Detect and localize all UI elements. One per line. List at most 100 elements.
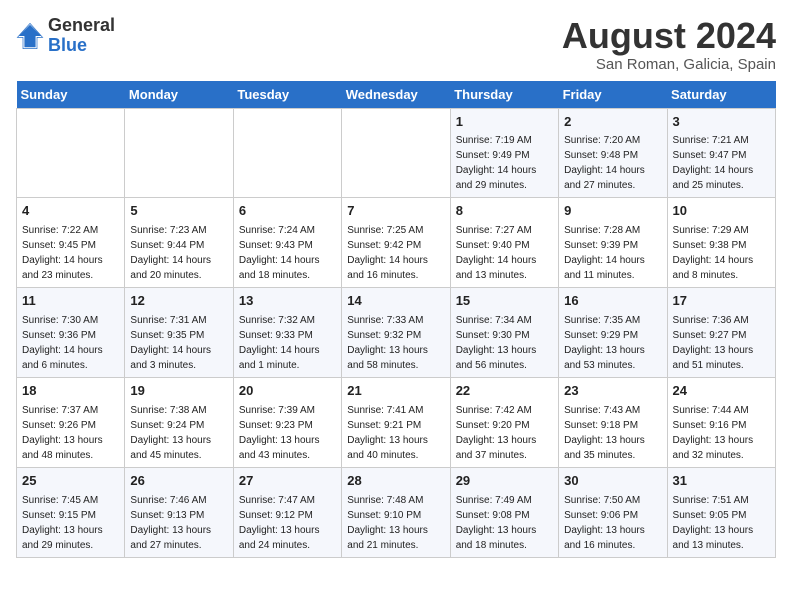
calendar-cell: 25 Sunrise: 7:45 AM Sunset: 9:15 PM Dayli… bbox=[17, 467, 125, 557]
day-info: Sunrise: 7:27 AM Sunset: 9:40 PM Dayligh… bbox=[456, 223, 553, 283]
calendar-cell: 1Sunrise: 7:19 AM Sunset: 9:49 PM Daylig… bbox=[450, 108, 558, 198]
day-number: 16 bbox=[564, 292, 661, 311]
day-info: Sunrise: 7:48 AM Sunset: 9:10 PM Dayligh… bbox=[347, 493, 444, 553]
calendar-week-row: 11 Sunrise: 7:30 AM Sunset: 9:36 PM Dayli… bbox=[17, 288, 776, 378]
calendar-cell: 29 Sunrise: 7:49 AM Sunset: 9:08 PM Dayli… bbox=[450, 467, 558, 557]
day-info: Sunrise: 7:22 AM Sunset: 9:45 PM Dayligh… bbox=[22, 223, 119, 283]
calendar-week-row: 1Sunrise: 7:19 AM Sunset: 9:49 PM Daylig… bbox=[17, 108, 776, 198]
day-info: Sunrise: 7:43 AM Sunset: 9:18 PM Dayligh… bbox=[564, 403, 661, 463]
calendar-cell bbox=[233, 108, 341, 198]
day-info: Sunrise: 7:30 AM Sunset: 9:36 PM Dayligh… bbox=[22, 313, 119, 373]
calendar-week-row: 18Sunrise: 7:37 AM Sunset: 9:26 PM Dayli… bbox=[17, 378, 776, 468]
calendar-cell: 6 Sunrise: 7:24 AM Sunset: 9:43 PM Daylig… bbox=[233, 198, 341, 288]
day-info: Sunrise: 7:46 AM Sunset: 9:13 PM Dayligh… bbox=[130, 493, 227, 553]
title-block: August 2024 San Roman, Galicia, Spain bbox=[562, 16, 776, 73]
calendar-cell: 22 Sunrise: 7:42 AM Sunset: 9:20 PM Dayli… bbox=[450, 378, 558, 468]
day-info: Sunrise: 7:20 AM Sunset: 9:48 PM Dayligh… bbox=[564, 133, 661, 193]
calendar-cell: 7 Sunrise: 7:25 AM Sunset: 9:42 PM Daylig… bbox=[342, 198, 450, 288]
day-info: Sunrise: 7:41 AM Sunset: 9:21 PM Dayligh… bbox=[347, 403, 444, 463]
calendar-cell: 10Sunrise: 7:29 AM Sunset: 9:38 PM Dayli… bbox=[667, 198, 775, 288]
weekday-header-row: SundayMondayTuesdayWednesdayThursdayFrid… bbox=[17, 81, 776, 109]
calendar-cell: 19 Sunrise: 7:38 AM Sunset: 9:24 PM Dayli… bbox=[125, 378, 233, 468]
day-info: Sunrise: 7:39 AM Sunset: 9:23 PM Dayligh… bbox=[239, 403, 336, 463]
calendar-cell bbox=[342, 108, 450, 198]
calendar-cell: 17 Sunrise: 7:36 AM Sunset: 9:27 PM Dayli… bbox=[667, 288, 775, 378]
calendar-cell: 4 Sunrise: 7:22 AM Sunset: 9:45 PM Daylig… bbox=[17, 198, 125, 288]
day-number: 30 bbox=[564, 472, 661, 491]
day-number: 9 bbox=[564, 202, 661, 221]
calendar-cell: 2Sunrise: 7:20 AM Sunset: 9:48 PM Daylig… bbox=[559, 108, 667, 198]
day-number: 28 bbox=[347, 472, 444, 491]
day-number: 3 bbox=[673, 113, 770, 132]
day-info: Sunrise: 7:31 AM Sunset: 9:35 PM Dayligh… bbox=[130, 313, 227, 373]
calendar-week-row: 25 Sunrise: 7:45 AM Sunset: 9:15 PM Dayli… bbox=[17, 467, 776, 557]
day-number: 21 bbox=[347, 382, 444, 401]
calendar-cell: 31Sunrise: 7:51 AM Sunset: 9:05 PM Dayli… bbox=[667, 467, 775, 557]
calendar-cell: 3Sunrise: 7:21 AM Sunset: 9:47 PM Daylig… bbox=[667, 108, 775, 198]
day-number: 31 bbox=[673, 472, 770, 491]
day-info: Sunrise: 7:35 AM Sunset: 9:29 PM Dayligh… bbox=[564, 313, 661, 373]
calendar-cell: 13Sunrise: 7:32 AM Sunset: 9:33 PM Dayli… bbox=[233, 288, 341, 378]
day-number: 11 bbox=[22, 292, 119, 311]
day-info: Sunrise: 7:47 AM Sunset: 9:12 PM Dayligh… bbox=[239, 493, 336, 553]
day-number: 5 bbox=[130, 202, 227, 221]
calendar-cell bbox=[125, 108, 233, 198]
calendar-cell: 21 Sunrise: 7:41 AM Sunset: 9:21 PM Dayli… bbox=[342, 378, 450, 468]
day-info: Sunrise: 7:38 AM Sunset: 9:24 PM Dayligh… bbox=[130, 403, 227, 463]
day-number: 7 bbox=[347, 202, 444, 221]
logo: General Blue bbox=[16, 16, 115, 56]
day-number: 17 bbox=[673, 292, 770, 311]
calendar-cell: 5 Sunrise: 7:23 AM Sunset: 9:44 PM Daylig… bbox=[125, 198, 233, 288]
day-info: Sunrise: 7:44 AM Sunset: 9:16 PM Dayligh… bbox=[673, 403, 770, 463]
calendar-title: August 2024 bbox=[562, 16, 776, 56]
calendar-subtitle: San Roman, Galicia, Spain bbox=[562, 56, 776, 73]
day-info: Sunrise: 7:50 AM Sunset: 9:06 PM Dayligh… bbox=[564, 493, 661, 553]
day-info: Sunrise: 7:36 AM Sunset: 9:27 PM Dayligh… bbox=[673, 313, 770, 373]
day-info: Sunrise: 7:28 AM Sunset: 9:39 PM Dayligh… bbox=[564, 223, 661, 283]
calendar-cell: 18Sunrise: 7:37 AM Sunset: 9:26 PM Dayli… bbox=[17, 378, 125, 468]
day-number: 19 bbox=[130, 382, 227, 401]
day-info: Sunrise: 7:33 AM Sunset: 9:32 PM Dayligh… bbox=[347, 313, 444, 373]
calendar-cell: 26Sunrise: 7:46 AM Sunset: 9:13 PM Dayli… bbox=[125, 467, 233, 557]
day-info: Sunrise: 7:45 AM Sunset: 9:15 PM Dayligh… bbox=[22, 493, 119, 553]
day-info: Sunrise: 7:24 AM Sunset: 9:43 PM Dayligh… bbox=[239, 223, 336, 283]
day-number: 12 bbox=[130, 292, 227, 311]
calendar-cell: 30 Sunrise: 7:50 AM Sunset: 9:06 PM Dayli… bbox=[559, 467, 667, 557]
calendar-cell: 8 Sunrise: 7:27 AM Sunset: 9:40 PM Daylig… bbox=[450, 198, 558, 288]
day-info: Sunrise: 7:29 AM Sunset: 9:38 PM Dayligh… bbox=[673, 223, 770, 283]
day-number: 20 bbox=[239, 382, 336, 401]
calendar-cell: 20 Sunrise: 7:39 AM Sunset: 9:23 PM Dayli… bbox=[233, 378, 341, 468]
day-info: Sunrise: 7:49 AM Sunset: 9:08 PM Dayligh… bbox=[456, 493, 553, 553]
weekday-header: Friday bbox=[559, 81, 667, 109]
calendar-cell: 16 Sunrise: 7:35 AM Sunset: 9:29 PM Dayli… bbox=[559, 288, 667, 378]
calendar-cell: 14Sunrise: 7:33 AM Sunset: 9:32 PM Dayli… bbox=[342, 288, 450, 378]
day-number: 4 bbox=[22, 202, 119, 221]
day-info: Sunrise: 7:19 AM Sunset: 9:49 PM Dayligh… bbox=[456, 133, 553, 193]
calendar-cell bbox=[17, 108, 125, 198]
day-number: 23 bbox=[564, 382, 661, 401]
day-number: 25 bbox=[22, 472, 119, 491]
day-info: Sunrise: 7:32 AM Sunset: 9:33 PM Dayligh… bbox=[239, 313, 336, 373]
calendar-cell: 23 Sunrise: 7:43 AM Sunset: 9:18 PM Dayli… bbox=[559, 378, 667, 468]
day-info: Sunrise: 7:42 AM Sunset: 9:20 PM Dayligh… bbox=[456, 403, 553, 463]
day-number: 29 bbox=[456, 472, 553, 491]
calendar-table: SundayMondayTuesdayWednesdayThursdayFrid… bbox=[16, 81, 776, 558]
day-number: 1 bbox=[456, 113, 553, 132]
logo-text: General Blue bbox=[48, 16, 115, 56]
calendar-cell: 12 Sunrise: 7:31 AM Sunset: 9:35 PM Dayli… bbox=[125, 288, 233, 378]
day-number: 22 bbox=[456, 382, 553, 401]
day-number: 15 bbox=[456, 292, 553, 311]
weekday-header: Monday bbox=[125, 81, 233, 109]
day-number: 27 bbox=[239, 472, 336, 491]
weekday-header: Sunday bbox=[17, 81, 125, 109]
day-number: 8 bbox=[456, 202, 553, 221]
calendar-cell: 15Sunrise: 7:34 AM Sunset: 9:30 PM Dayli… bbox=[450, 288, 558, 378]
day-info: Sunrise: 7:37 AM Sunset: 9:26 PM Dayligh… bbox=[22, 403, 119, 463]
day-info: Sunrise: 7:25 AM Sunset: 9:42 PM Dayligh… bbox=[347, 223, 444, 283]
page-header: General Blue August 2024 San Roman, Gali… bbox=[16, 16, 776, 73]
day-info: Sunrise: 7:23 AM Sunset: 9:44 PM Dayligh… bbox=[130, 223, 227, 283]
day-number: 6 bbox=[239, 202, 336, 221]
calendar-cell: 27 Sunrise: 7:47 AM Sunset: 9:12 PM Dayli… bbox=[233, 467, 341, 557]
day-number: 2 bbox=[564, 113, 661, 132]
logo-icon bbox=[16, 22, 44, 50]
